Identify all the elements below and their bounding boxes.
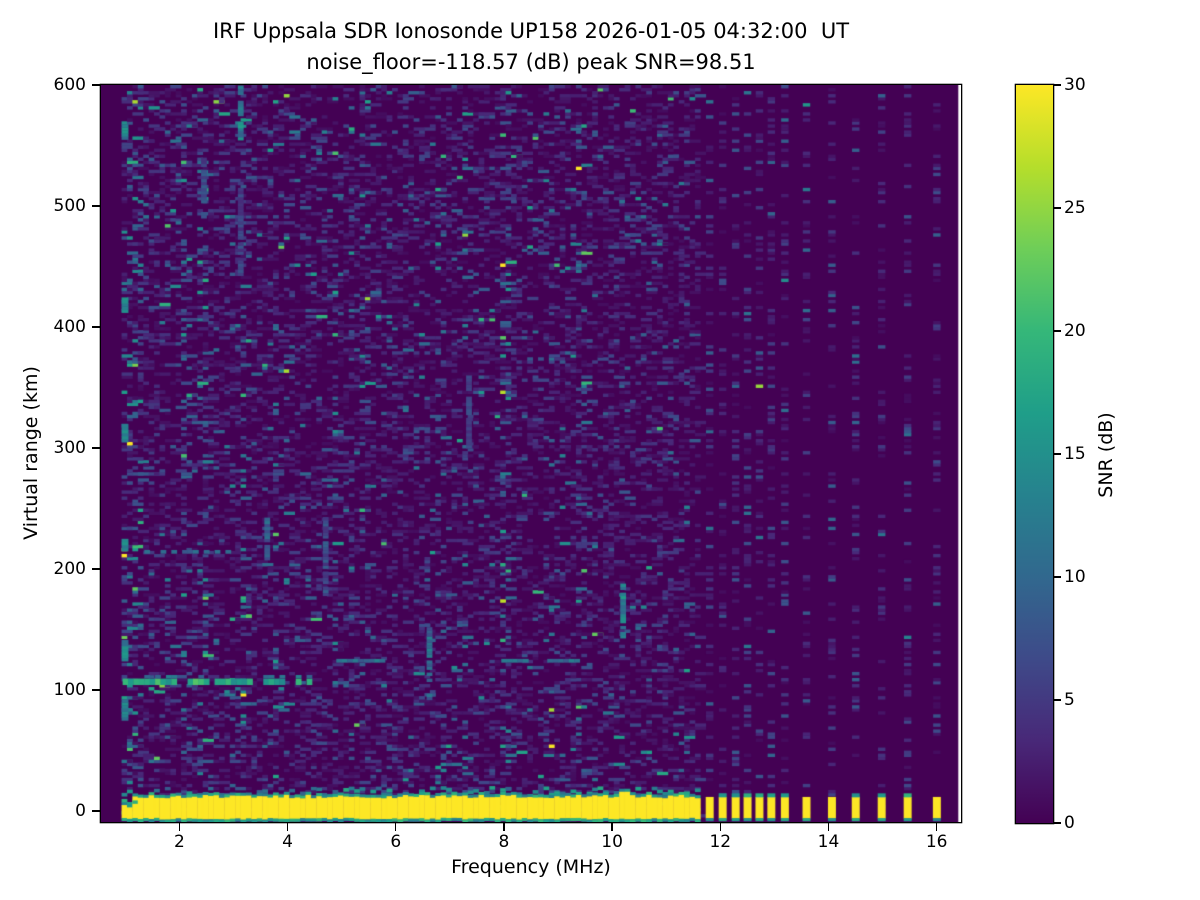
colorbar-tick-mark (1054, 84, 1062, 86)
y-tick-label: 100 (53, 680, 86, 701)
y-tick-label: 400 (53, 317, 86, 338)
y-tick-mark (91, 84, 100, 86)
colorbar-tick-mark (1054, 576, 1062, 578)
colorbar-tick-label: 10 (1064, 567, 1086, 587)
colorbar-tick-label: 0 (1064, 813, 1075, 833)
x-tick-label: 12 (709, 832, 732, 852)
ionogram-figure: IRF Uppsala SDR Ionosonde UP158 2026-01-… (0, 0, 1200, 900)
y-tick-mark (91, 447, 100, 449)
x-tick-mark (178, 823, 181, 832)
colorbar-tick-mark (1054, 699, 1062, 701)
y-tick-label: 600 (53, 75, 86, 95)
colorbar-tick-mark (1054, 330, 1062, 332)
x-tick-label: 10 (601, 832, 623, 852)
ionogram-heatmap (101, 85, 961, 822)
x-tick-mark (719, 823, 721, 832)
x-axis-label: Frequency (MHz) (451, 856, 611, 878)
x-tick-label: 8 (498, 832, 510, 852)
colorbar-tick-mark (1054, 207, 1062, 209)
x-tick-mark (936, 823, 938, 832)
y-tick-mark (91, 205, 100, 207)
chart-subtitle: noise_floor=-118.57 (dB) peak SNR=98.51 (306, 50, 756, 74)
colorbar-tick-label: 5 (1064, 690, 1075, 710)
colorbar-tick-mark (1054, 453, 1062, 455)
x-tick-mark (286, 823, 289, 832)
y-tick-mark (91, 689, 100, 691)
colorbar-tick-label: 25 (1064, 198, 1086, 218)
colorbar-tick-label: 20 (1064, 321, 1086, 341)
y-tick-mark (91, 326, 100, 328)
y-tick-mark (91, 568, 100, 570)
y-tick-mark (91, 810, 100, 812)
y-tick-label: 200 (53, 559, 86, 580)
y-tick-label: 0 (75, 801, 86, 822)
x-tick-label: 2 (174, 832, 185, 852)
plot-area (101, 85, 961, 822)
x-tick-label: 4 (282, 832, 293, 852)
x-tick-mark (503, 823, 505, 832)
x-tick-label: 14 (817, 832, 840, 852)
colorbar-label: SNR (dB) (1095, 412, 1117, 498)
colorbar-tick-label: 30 (1064, 75, 1086, 95)
y-tick-label: 300 (53, 438, 86, 459)
y-tick-label: 500 (53, 196, 86, 217)
colorbar-tick-mark (1054, 822, 1062, 824)
x-tick-mark (827, 823, 830, 832)
x-tick-label: 6 (390, 832, 402, 852)
x-tick-mark (611, 823, 613, 832)
x-tick-label: 16 (925, 832, 948, 852)
x-tick-mark (395, 823, 397, 832)
chart-title: IRF Uppsala SDR Ionosonde UP158 2026-01-… (212, 19, 850, 43)
colorbar (1016, 85, 1053, 823)
